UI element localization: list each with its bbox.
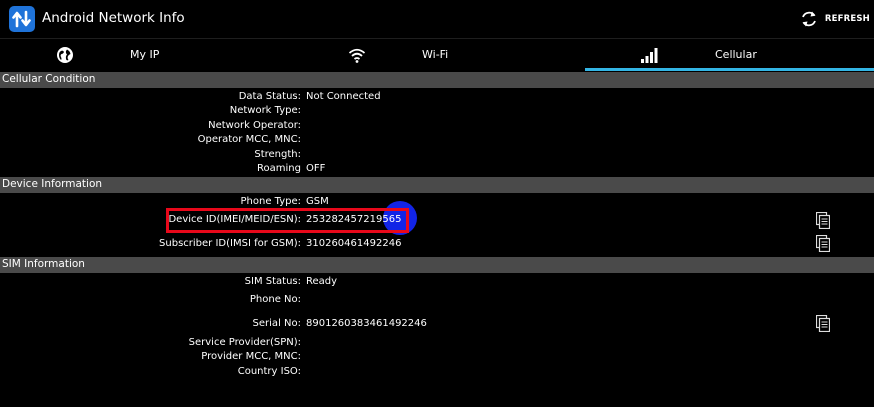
row-label: Subscriber ID(IMSI for GSM): [159,238,301,249]
tab-label: My IP [130,48,160,61]
row-label: Phone Type: [240,196,302,207]
row-label: Serial No: [252,318,301,329]
row-value: OFF [306,163,326,174]
tab-label: Wi-Fi [422,48,449,61]
highlight-box [166,208,409,233]
action-bar: Android Network Info REFRESH [0,0,874,38]
info-row: Network Type: [0,105,874,119]
info-row: Serial No: 8901260383461492246 [0,318,874,332]
info-row: Country ISO: [0,366,874,380]
row-label: Provider MCC, MNC: [201,351,301,362]
refresh-label: REFRESH [824,14,870,24]
info-row: Service Provider(SPN): [0,337,874,351]
info-row: Network Operator: [0,120,874,134]
info-row: Subscriber ID(IMSI for GSM): 31026046149… [0,238,874,252]
info-row: Phone No: [0,294,874,308]
info-row: Operator MCC, MNC: [0,134,874,148]
row-label: Operator MCC, MNC: [197,134,301,145]
copy-icon[interactable] [816,235,830,252]
row-label: Roaming [257,163,301,174]
info-row: Strength: [0,149,874,163]
section-title: Device Information [2,178,103,190]
refresh-button[interactable]: REFRESH [799,9,870,29]
tab-wifi[interactable]: Wi-Fi [291,39,584,71]
tab-my-ip[interactable]: My IP [0,39,291,71]
tab-cellular[interactable]: Cellular [584,39,874,71]
row-value[interactable]: 310260461492246 [306,238,401,249]
row-value: Ready [306,276,338,287]
row-label: SIM Status: [244,276,301,287]
info-row: Data Status: Not Connected [0,91,874,105]
row-label: Country ISO: [237,366,301,377]
wifi-icon [348,48,366,63]
info-row-device-id: Device ID(IMEI/MEID/ESN): 25328245721956… [0,214,874,228]
signal-bars-icon [641,48,658,63]
section-title: SIM Information [2,258,85,270]
info-row: Roaming OFF [0,163,874,177]
row-value: Not Connected [306,91,381,102]
section-title: Cellular Condition [2,73,96,85]
row-label: Data Status: [238,91,301,102]
row-label: Strength: [254,149,301,160]
row-value: GSM [306,196,329,207]
row-label: Service Provider(SPN): [188,337,301,348]
tab-bar: My IP Wi-Fi Cellular [0,38,874,71]
info-row: SIM Status: Ready [0,276,874,290]
globe-icon [57,47,73,63]
section-header-cellular: Cellular Condition [0,72,874,88]
refresh-icon [801,11,816,27]
row-label: Phone No: [249,294,301,305]
row-value[interactable]: 8901260383461492246 [306,318,427,329]
copy-icon[interactable] [816,212,830,229]
section-header-device: Device Information [0,177,874,193]
row-label: Network Operator: [208,120,301,131]
section-header-sim: SIM Information [0,257,874,273]
app-title: Android Network Info [42,10,185,26]
info-row: Provider MCC, MNC: [0,351,874,365]
tab-label: Cellular [715,48,757,61]
app-logo-icon [9,6,35,32]
row-label: Network Type: [229,105,301,116]
tab-selected-indicator [585,68,874,71]
info-row: Phone Type: GSM [0,196,874,210]
copy-icon[interactable] [816,315,830,332]
